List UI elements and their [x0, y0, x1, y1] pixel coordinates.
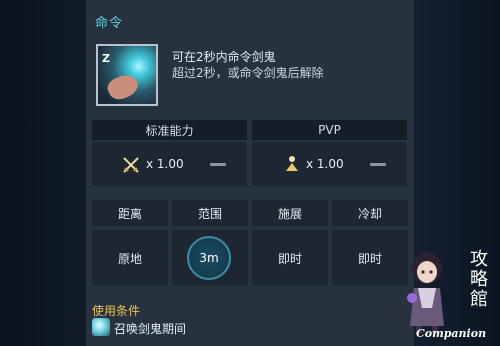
- cooldown-value: 即时: [357, 251, 382, 266]
- standard-multiplier: x 1.00: [146, 157, 184, 171]
- watermark-chars: 攻略館: [470, 249, 488, 310]
- cast-header: 施展: [277, 206, 302, 221]
- crossed-swords-icon: [123, 157, 139, 173]
- standard-dash: [210, 163, 226, 166]
- hand-icon: [104, 70, 142, 104]
- conditions-text: 召唤剑鬼期间: [114, 322, 187, 336]
- range-value: 原地: [117, 251, 142, 266]
- sword-ghost-icon: [92, 318, 110, 336]
- chibi-character-watermark: [407, 252, 444, 334]
- pvp-dash: [370, 163, 386, 166]
- conditions-title: 使用条件: [92, 304, 141, 318]
- pvp-header: PVP: [252, 120, 407, 140]
- range-header: 距离: [117, 206, 142, 221]
- skill-description-line2: 超过2秒，或命令剑鬼后解除: [172, 66, 324, 80]
- area-value: 3m: [187, 236, 231, 280]
- watermark-caption: Companion: [416, 327, 487, 340]
- standard-ability-header: 标准能力: [92, 120, 247, 140]
- summon-command-icon: Z: [96, 44, 158, 106]
- left-background: [0, 0, 86, 346]
- hotkey-label: Z: [102, 52, 110, 65]
- skill-title: 命令: [95, 16, 124, 31]
- skill-description-line1: 可在2秒内命令剑鬼: [172, 50, 276, 64]
- pvp-multiplier: x 1.00: [306, 157, 344, 171]
- cooldown-header: 冷却: [357, 206, 382, 221]
- area-header: 范围: [197, 206, 222, 221]
- pvp-figure-icon: [286, 156, 298, 171]
- cast-value: 即时: [277, 251, 302, 266]
